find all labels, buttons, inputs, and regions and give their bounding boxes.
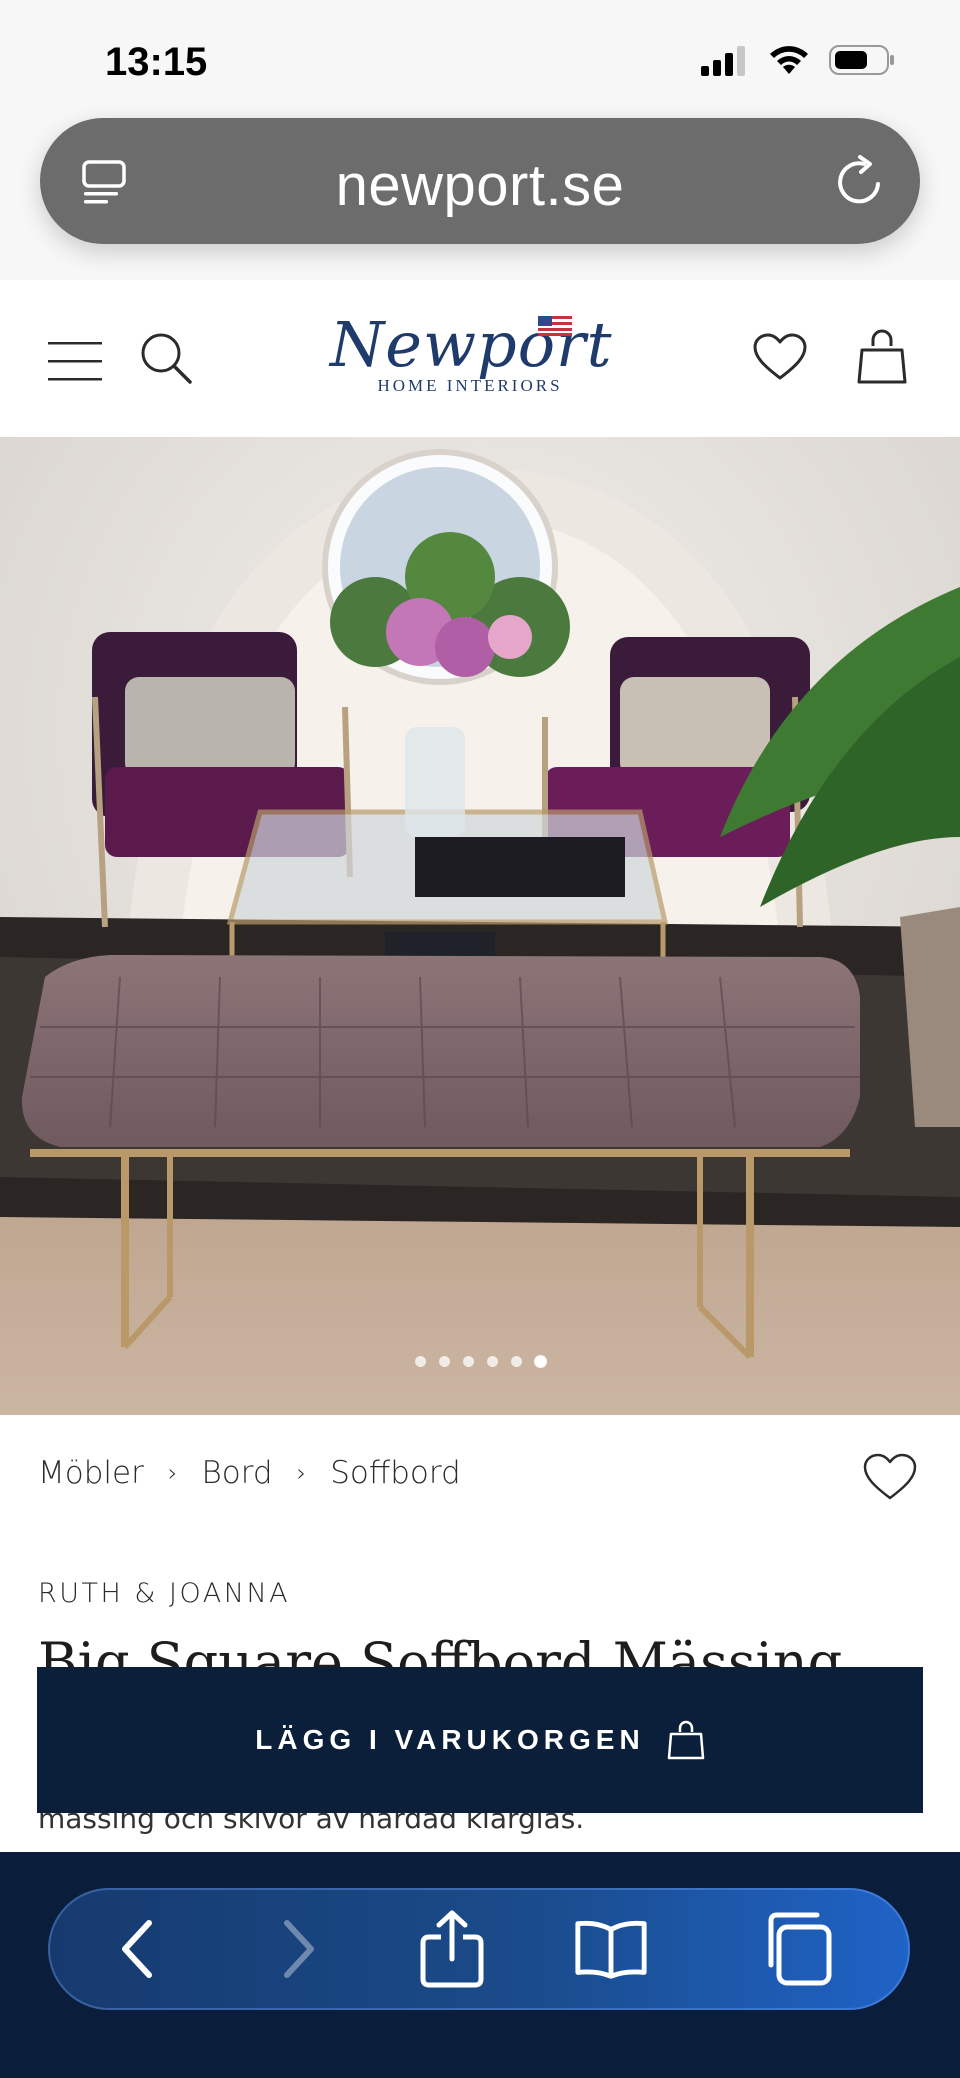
chevron-left-icon — [122, 1920, 152, 1978]
carousel-dot[interactable] — [486, 1356, 498, 1367]
carousel-dot[interactable] — [414, 1356, 426, 1367]
product-image-carousel[interactable] — [0, 437, 960, 1415]
breadcrumb-item-bord[interactable]: Bord — [201, 1455, 272, 1491]
breadcrumb: Möbler › Bord › Soffbord — [38, 1455, 461, 1491]
site-header: Newport HOME INTERIORS — [0, 280, 960, 438]
cellular-signal-icon — [701, 46, 745, 76]
us-flag-icon — [538, 316, 572, 336]
add-to-wishlist-heart-icon[interactable] — [862, 1452, 918, 1502]
carousel-dot-active[interactable] — [534, 1356, 546, 1367]
bookmarks-button[interactable] — [572, 1910, 650, 1988]
tabs-button[interactable] — [756, 1910, 834, 1988]
tabs-overview-icon — [768, 1912, 832, 1986]
share-button[interactable] — [413, 1910, 491, 1988]
breadcrumb-separator-icon: › — [296, 1459, 307, 1487]
product-brand[interactable]: RUTH & JOANNA — [38, 1578, 290, 1609]
toolbar-pill — [48, 1888, 910, 2010]
hamburger-menu-icon[interactable] — [48, 340, 102, 384]
chevron-right-icon — [284, 1920, 314, 1978]
product-title: Big Square Soffbord Mässing — [38, 1631, 843, 1670]
open-book-icon — [575, 1920, 647, 1979]
product-description-wrapper: mässing och skivor av härdad klarglas. — [38, 1812, 938, 1834]
status-bar: 13:15 — [0, 0, 960, 110]
add-to-cart-button[interactable]: LÄGG I VARUKORGEN — [37, 1667, 923, 1813]
product-photo — [0, 437, 960, 1415]
carousel-dot[interactable] — [462, 1356, 474, 1367]
site-logo[interactable]: Newport HOME INTERIORS — [330, 310, 612, 410]
wifi-icon — [770, 46, 808, 74]
share-icon — [420, 1910, 484, 1988]
carousel-dot[interactable] — [510, 1356, 522, 1367]
shopping-bag-icon[interactable] — [855, 328, 909, 386]
wishlist-heart-icon[interactable] — [752, 332, 808, 382]
status-icons — [701, 44, 895, 76]
carousel-dot[interactable] — [438, 1356, 450, 1367]
product-description: mässing och skivor av härdad klarglas. — [38, 1812, 585, 1834]
breadcrumb-item-mobler[interactable]: Möbler — [38, 1455, 144, 1491]
product-title-wrapper: Big Square Soffbord Mässing — [38, 1630, 938, 1670]
browser-address-area: newport.se — [0, 110, 960, 280]
back-button[interactable] — [98, 1910, 176, 1988]
url-text[interactable]: newport.se — [40, 152, 920, 219]
search-icon[interactable] — [138, 330, 194, 386]
carousel-dots — [0, 1356, 960, 1367]
status-time: 13:15 — [105, 40, 208, 84]
breadcrumb-item-soffbord[interactable]: Soffbord — [330, 1455, 461, 1491]
battery-icon — [829, 45, 894, 75]
forward-button[interactable] — [260, 1910, 338, 1988]
add-to-cart-label: LÄGG I VARUKORGEN — [255, 1724, 645, 1755]
shopping-bag-icon — [667, 1720, 704, 1760]
breadcrumb-separator-icon: › — [167, 1459, 178, 1487]
reload-icon[interactable] — [834, 154, 886, 208]
address-bar[interactable]: newport.se — [40, 118, 920, 244]
browser-toolbar — [0, 1852, 960, 2078]
